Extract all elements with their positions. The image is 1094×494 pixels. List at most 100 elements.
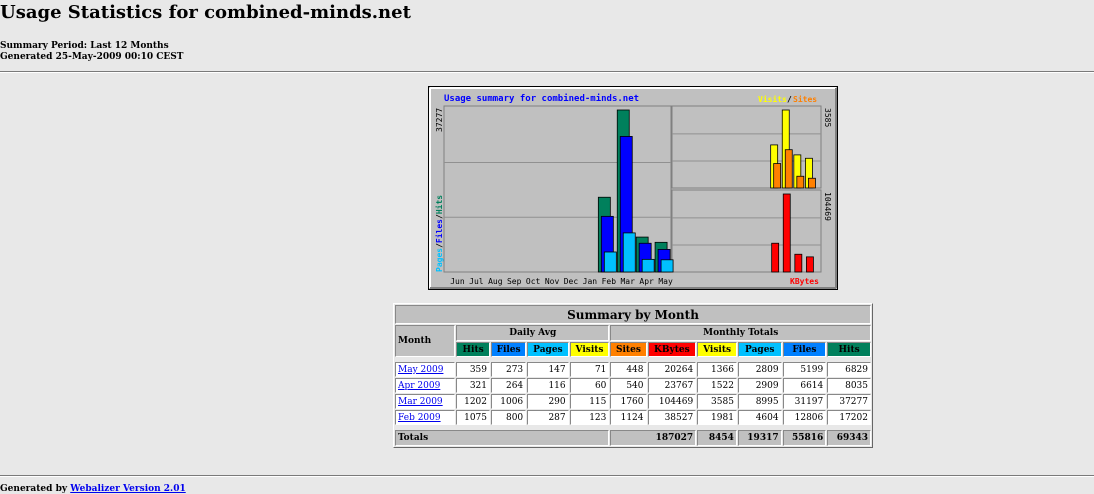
- summary-table: Summary by Month Month Daily Avg Monthly…: [393, 303, 873, 448]
- webalizer-link[interactable]: Webalizer Version 2.01: [70, 484, 185, 494]
- month-cell: Mar 2009: [395, 394, 456, 409]
- cell-pages: 147: [527, 362, 569, 377]
- month-label: Jul: [469, 277, 484, 286]
- cell-sites: 540: [610, 378, 647, 393]
- cell-hits: 37277: [827, 394, 871, 409]
- bar-pages: [641, 258, 655, 273]
- cell-sites: 1124: [610, 410, 647, 425]
- totals-files: 55816: [782, 430, 827, 446]
- cell-sites: 1760: [610, 394, 647, 409]
- spacer-row: [395, 426, 871, 429]
- bar-kbytes: [806, 256, 814, 273]
- cell-files: 264: [491, 378, 527, 393]
- daily-avg-header: Daily Avg: [456, 325, 610, 341]
- legend-kbytes: KBytes: [790, 277, 819, 286]
- cell-pages: 2909: [737, 378, 782, 393]
- cell-files: 31197: [782, 394, 827, 409]
- month-cell: May 2009: [395, 362, 456, 377]
- totals-hits: 69343: [827, 430, 871, 446]
- right-top-max: 3585: [823, 108, 832, 127]
- cell-hits: 1075: [456, 410, 491, 425]
- graph-title: Usage summary for combined-minds.net: [444, 93, 639, 104]
- left-axis-label: Pages/Files/Hits: [434, 195, 444, 272]
- cell-pages: 287: [527, 410, 569, 425]
- cell-hits: 8035: [827, 378, 871, 393]
- legend-visits: Visits: [758, 94, 787, 104]
- cell-kbytes: 23767: [647, 378, 697, 393]
- cell-sites: 448: [610, 362, 647, 377]
- col-header-hits: Hits: [827, 342, 871, 357]
- legend-slash: /: [787, 95, 792, 104]
- month-label: Jun: [450, 277, 465, 286]
- bar-pages: [660, 259, 674, 273]
- month-header: Month: [395, 325, 456, 357]
- totals-visits: 8454: [697, 430, 737, 446]
- cell-visits: 1981: [697, 410, 737, 425]
- cell-visits: 1366: [697, 362, 737, 377]
- summary-table-title: Summary by Month: [395, 305, 871, 324]
- month-label: Feb: [602, 277, 617, 286]
- spacer-row: [395, 358, 871, 361]
- col-header-files: Files: [491, 342, 527, 357]
- month-label: Jan: [583, 277, 598, 286]
- col-header-files: Files: [782, 342, 827, 357]
- cell-hits: 359: [456, 362, 491, 377]
- left-axis-max: 37277: [435, 108, 444, 132]
- col-header-pages: Pages: [527, 342, 569, 357]
- cell-hits: 1202: [456, 394, 491, 409]
- totals-pages: 19317: [737, 430, 782, 446]
- month-link[interactable]: May 2009: [398, 365, 443, 375]
- cell-visits: 71: [569, 362, 610, 377]
- top-divider: [0, 71, 1094, 73]
- usage-graph-svg: Usage summary for combined-minds.net Visi…: [428, 86, 838, 290]
- bar-kbytes: [771, 242, 780, 273]
- cell-visits: 3585: [697, 394, 737, 409]
- cell-pages: 2809: [737, 362, 782, 377]
- bar-pages: [603, 251, 617, 273]
- page-title: Usage Statistics for combined-minds.net: [0, 2, 411, 23]
- cell-files: 5199: [782, 362, 827, 377]
- col-header-pages: Pages: [737, 342, 782, 357]
- table-row: Mar 2009 1202 1006 290 115 1760 104469 3585 8995…: [395, 394, 871, 409]
- month-link[interactable]: Mar 2009: [398, 397, 443, 407]
- month-label: Sep: [507, 277, 522, 286]
- month-label: May: [658, 277, 673, 286]
- cell-files: 12806: [782, 410, 827, 425]
- cell-hits: 321: [456, 378, 491, 393]
- generated-date: Generated 25-May-2009 00:10 CEST: [0, 52, 184, 62]
- axis-label-files: Files: [434, 219, 444, 243]
- table-row: Feb 2009 1075 800 287 123 1124 38527 1981 4604 12…: [395, 410, 871, 425]
- summary-period: Summary Period: Last 12 Months: [0, 41, 169, 51]
- cell-visits: 115: [569, 394, 610, 409]
- cell-pages: 8995: [737, 394, 782, 409]
- col-header-sites: Sites: [610, 342, 647, 357]
- legend-sites: Sites: [793, 94, 817, 104]
- month-cell: Feb 2009: [395, 410, 456, 425]
- month-link[interactable]: Apr 2009: [398, 381, 440, 391]
- cell-files: 1006: [491, 394, 527, 409]
- cell-pages: 290: [527, 394, 569, 409]
- bar-sites: [773, 163, 782, 189]
- totals-kbytes: 187027: [610, 430, 697, 446]
- month-label: Dec: [564, 277, 579, 286]
- month-rows: May 2009 359 273 147 71 448 20264 1366 2809 5199 6…: [395, 362, 871, 425]
- bar-kbytes: [782, 193, 791, 273]
- bar-kbytes: [794, 253, 803, 273]
- right-bottom-max: 104469: [823, 192, 832, 221]
- month-label: Nov: [545, 277, 560, 286]
- col-header-visits: Visits: [697, 342, 737, 357]
- cell-kbytes: 20264: [647, 362, 697, 377]
- monthly-totals-header: Monthly Totals: [610, 325, 871, 341]
- table-row: May 2009 359 273 147 71 448 20264 1366 2809 5199 6…: [395, 362, 871, 377]
- month-link[interactable]: Feb 2009: [398, 413, 441, 423]
- month-label: Oct: [526, 277, 541, 286]
- column-header-row: Hits Files Pages Visits Sites KBytes Visits Pag…: [395, 342, 871, 357]
- cell-files: 6614: [782, 378, 827, 393]
- cell-pages: 116: [527, 378, 569, 393]
- col-header-kbytes: KBytes: [647, 342, 697, 357]
- month-cell: Apr 2009: [395, 378, 456, 393]
- report-info: Summary Period: Last 12 Months Generated…: [0, 41, 184, 63]
- month-label: Apr: [639, 277, 654, 286]
- axis-label-hits: Hits: [434, 195, 444, 214]
- cell-files: 273: [491, 362, 527, 377]
